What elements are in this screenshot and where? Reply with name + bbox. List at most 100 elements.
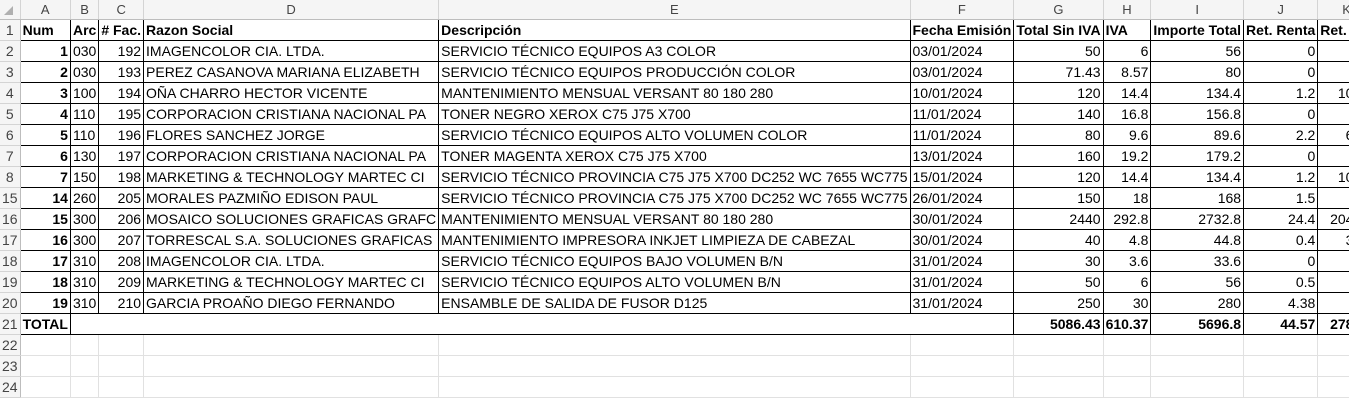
cell[interactable]: 89.6 (1150, 124, 1245, 146)
cell[interactable] (20, 334, 71, 356)
cell[interactable]: 197 (98, 145, 145, 167)
cell[interactable]: 110 (70, 124, 100, 146)
cell[interactable]: 0 (1243, 103, 1319, 125)
cell[interactable]: 1.2 (1243, 166, 1319, 188)
cell[interactable] (1013, 376, 1104, 398)
cell[interactable] (1317, 334, 1349, 356)
cell[interactable]: 24.4 (1243, 208, 1319, 230)
cell[interactable]: 0 (1317, 103, 1349, 125)
cell[interactable]: 2732.8 (1150, 208, 1245, 230)
cell[interactable]: 292.8 (1103, 208, 1152, 230)
cell[interactable]: 56 (1150, 40, 1245, 62)
cell[interactable]: 15/01/2024 (910, 166, 1015, 188)
cell[interactable]: 44.8 (1150, 229, 1245, 251)
row-header[interactable]: 15 (0, 187, 21, 209)
cell[interactable]: GARCIA PROAÑO DIEGO FERNANDO (143, 292, 440, 314)
cell[interactable]: 80 (1150, 61, 1245, 83)
cell[interactable]: MANTENIMIENTO IMPRESORA INKJET LIMPIEZA … (438, 229, 911, 251)
column-header-e[interactable]: E (438, 0, 911, 20)
cell[interactable]: 198 (98, 166, 145, 188)
cell[interactable]: 30 (1013, 250, 1104, 272)
cell[interactable] (1317, 355, 1349, 377)
cell[interactable]: 100 (70, 82, 100, 104)
cell[interactable]: 2440 (1013, 208, 1104, 230)
cell[interactable]: 33.6 (1150, 250, 1245, 272)
cell[interactable] (438, 355, 911, 377)
cell[interactable]: 030 (70, 40, 100, 62)
cell[interactable]: 179.2 (1150, 145, 1245, 167)
cell[interactable] (70, 376, 100, 398)
cell[interactable]: 140 (1013, 103, 1104, 125)
cell[interactable]: 0 (1317, 250, 1349, 272)
cell[interactable]: 0 (1243, 61, 1319, 83)
cell[interactable]: 10.08 (1317, 82, 1349, 104)
cell[interactable] (1317, 376, 1349, 398)
cell[interactable]: 11/01/2024 (910, 124, 1015, 146)
cell[interactable]: 56 (1150, 271, 1245, 293)
column-header-k[interactable]: K (1317, 0, 1349, 20)
cell[interactable]: SERVICIO TÉCNICO PROVINCIA C75 J75 X700 … (438, 187, 911, 209)
row-header[interactable]: 19 (0, 271, 21, 293)
cell[interactable]: 30 (1103, 292, 1152, 314)
column-header-g[interactable]: G (1013, 0, 1104, 20)
cell[interactable]: 16.8 (1103, 103, 1152, 125)
column-header-c[interactable]: C (98, 0, 145, 20)
cell[interactable]: 0 (1317, 145, 1349, 167)
cell[interactable]: 134.4 (1150, 166, 1245, 188)
cell[interactable]: 13/01/2024 (910, 145, 1015, 167)
cell[interactable]: 1 (19, 40, 71, 62)
cell[interactable]: 205 (98, 187, 145, 209)
cell[interactable]: 195 (98, 103, 145, 125)
cell[interactable]: 0 (1317, 40, 1349, 62)
cell[interactable] (70, 355, 100, 377)
cell[interactable]: 11/01/2024 (910, 103, 1015, 125)
cell[interactable]: 2 (19, 61, 71, 83)
cell[interactable]: 280 (1150, 292, 1245, 314)
cell[interactable] (1103, 355, 1152, 377)
cell[interactable]: 192 (98, 40, 145, 62)
cell[interactable]: SERVICIO TÉCNICO PROVINCIA C75 J75 X700 … (438, 166, 911, 188)
cell[interactable]: 31/01/2024 (910, 250, 1015, 272)
cell[interactable] (1243, 334, 1319, 356)
cell[interactable]: 156.8 (1150, 103, 1245, 125)
cell[interactable] (1243, 376, 1319, 398)
cell[interactable]: 17 (19, 250, 71, 272)
cell[interactable]: 0.4 (1243, 229, 1319, 251)
cell[interactable] (143, 334, 440, 356)
cell[interactable]: 18 (1103, 187, 1152, 209)
row-header[interactable]: 23 (0, 355, 21, 377)
cell[interactable]: 3.36 (1317, 229, 1349, 251)
column-header-i[interactable]: I (1150, 0, 1245, 20)
cell[interactable]: 0 (1243, 145, 1319, 167)
cell[interactable]: 31/01/2024 (910, 292, 1015, 314)
column-header-b[interactable]: B (70, 0, 100, 20)
cell[interactable] (1150, 334, 1245, 356)
cell[interactable]: 71.43 (1013, 61, 1104, 83)
cell[interactable]: SERVICIO TÉCNICO EQUIPOS BAJO VOLUMEN B/… (438, 250, 911, 272)
row-header[interactable]: 22 (0, 334, 21, 356)
cell[interactable]: 9 (1317, 292, 1349, 314)
cell[interactable]: 0.5 (1243, 271, 1319, 293)
total-value-cell[interactable]: 278.22 (1317, 313, 1349, 335)
row-header[interactable]: 4 (0, 82, 21, 104)
cell[interactable]: 030 (70, 61, 100, 83)
cell[interactable]: 300 (70, 208, 100, 230)
cell[interactable]: CORPORACION CRISTIANA NACIONAL PA (143, 145, 440, 167)
cell[interactable]: 208 (98, 250, 145, 272)
cell[interactable]: 4.38 (1243, 292, 1319, 314)
cell[interactable]: 7 (19, 166, 71, 188)
cell[interactable]: 250 (1013, 292, 1104, 314)
cell[interactable] (1013, 334, 1104, 356)
cell[interactable]: 03/01/2024 (910, 40, 1015, 62)
cell[interactable]: 5 (19, 124, 71, 146)
row-header[interactable]: 20 (0, 292, 21, 314)
cell[interactable]: 120 (1013, 166, 1104, 188)
total-value-cell[interactable]: 5696.8 (1150, 313, 1245, 335)
cell[interactable]: PEREZ CASANOVA MARIANA ELIZABETH (143, 61, 440, 83)
row-header[interactable]: 1 (0, 19, 21, 41)
cell[interactable]: Ret. IVA (1317, 19, 1349, 41)
cell[interactable] (910, 376, 1015, 398)
cell[interactable]: Arc (70, 19, 100, 41)
row-header[interactable]: 21 (0, 313, 21, 335)
cell[interactable]: Num (19, 19, 71, 41)
